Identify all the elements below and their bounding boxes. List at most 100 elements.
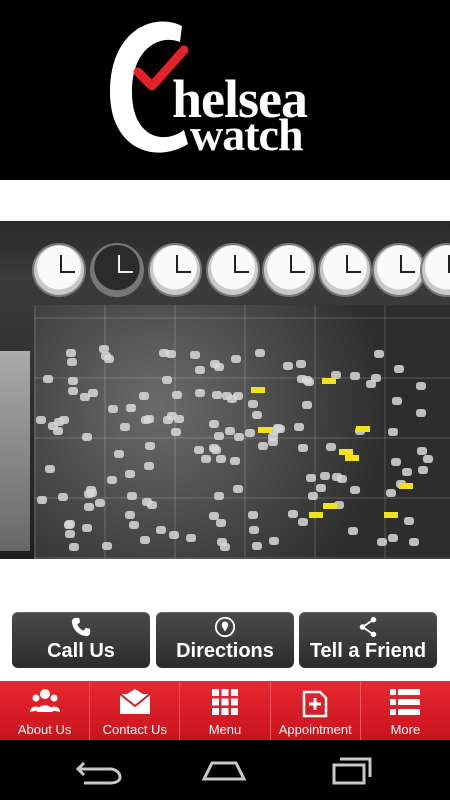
- watch-item: [255, 349, 265, 357]
- watch-item: [64, 521, 74, 529]
- grid-icon: [180, 688, 269, 718]
- watch-item: [366, 380, 376, 388]
- watch-item: [316, 484, 326, 492]
- watch-item: [169, 531, 179, 539]
- tab-menu-label: Menu: [208, 722, 242, 737]
- watch-item: [234, 433, 244, 441]
- price-tag: [356, 426, 370, 432]
- watch-item: [320, 472, 330, 480]
- watch-item: [190, 351, 200, 359]
- watch-item: [273, 424, 283, 432]
- watch-item: [332, 473, 342, 481]
- watch-item: [416, 382, 426, 390]
- watch-item: [212, 391, 222, 399]
- watch-item: [102, 542, 112, 550]
- watch-item: [65, 530, 75, 538]
- watch-item: [210, 360, 220, 368]
- watch-item: [43, 375, 53, 383]
- watch-item: [220, 543, 230, 551]
- location-pin-icon: [156, 616, 294, 638]
- watch-item: [107, 476, 117, 484]
- home-icon: [201, 761, 247, 781]
- watch-item: [209, 444, 219, 452]
- watch-item: [58, 493, 68, 501]
- watch-item: [394, 365, 404, 373]
- back-button[interactable]: [70, 755, 130, 785]
- watch-item: [298, 444, 308, 452]
- watch-item: [129, 521, 139, 529]
- watch-item: [249, 526, 259, 534]
- watch-item: [68, 377, 78, 385]
- call-us-button[interactable]: Call Us: [12, 612, 150, 668]
- watch-item: [304, 378, 314, 386]
- clock-icon: [318, 243, 372, 297]
- watch-item: [84, 503, 94, 511]
- watch-item: [114, 450, 124, 458]
- tell-a-friend-label: Tell a Friend: [309, 640, 427, 662]
- people-icon: [0, 688, 89, 718]
- watch-item: [308, 492, 318, 500]
- price-tag: [384, 512, 398, 518]
- watch-item: [139, 392, 149, 400]
- watch-item: [268, 438, 278, 446]
- price-tag: [251, 387, 265, 393]
- share-icon: [299, 616, 437, 638]
- tab-more-label: More: [390, 722, 421, 737]
- watch-item: [99, 345, 109, 353]
- recent-apps-button[interactable]: [320, 755, 380, 785]
- watch-item: [227, 395, 237, 403]
- watch-item: [144, 415, 154, 423]
- watch-item: [37, 496, 47, 504]
- clock-icon: [372, 243, 426, 297]
- tab-contact-us-label: Contact Us: [102, 722, 167, 737]
- watch-item: [423, 455, 433, 463]
- bottom-tab-bar: About Us Contact Us Menu Appointment Mor…: [0, 681, 450, 740]
- tab-appointment[interactable]: Appointment: [271, 681, 361, 740]
- watch-item: [186, 534, 196, 542]
- directions-label: Directions: [176, 640, 274, 662]
- watch-item: [418, 466, 428, 474]
- tab-appointment-label: Appointment: [278, 722, 352, 737]
- store-photo: [0, 221, 450, 559]
- watch-item: [231, 355, 241, 363]
- watch-item: [233, 485, 243, 493]
- watch-item: [101, 352, 111, 360]
- tell-a-friend-button[interactable]: Tell a Friend: [299, 612, 437, 668]
- watch-item: [69, 543, 79, 551]
- tab-about-us[interactable]: About Us: [0, 681, 91, 740]
- watch-item: [252, 411, 262, 419]
- watch-item: [48, 422, 58, 430]
- watch-item: [82, 433, 92, 441]
- watch-item: [386, 489, 396, 497]
- watch-item: [230, 457, 240, 465]
- watch-item: [350, 372, 360, 380]
- watch-item: [68, 387, 78, 395]
- clock-icon: [206, 243, 260, 297]
- price-tag: [322, 378, 336, 384]
- watch-item: [142, 498, 152, 506]
- watch-item: [216, 455, 226, 463]
- watch-item: [377, 538, 387, 546]
- watch-item: [144, 462, 154, 470]
- directions-button[interactable]: Directions: [156, 612, 294, 668]
- watch-item: [391, 458, 401, 466]
- watch-item: [195, 366, 205, 374]
- watch-item: [374, 350, 384, 358]
- watch-item: [348, 527, 358, 535]
- watch-item: [167, 412, 177, 420]
- watch-item: [166, 350, 176, 358]
- watch-item: [302, 401, 312, 409]
- tab-more[interactable]: More: [361, 681, 450, 740]
- envelope-icon: [90, 688, 179, 718]
- watch-item: [388, 428, 398, 436]
- tab-contact-us[interactable]: Contact Us: [90, 681, 181, 740]
- action-buttons: Call Us Directions Tell a Friend: [0, 612, 450, 668]
- watch-item: [172, 391, 182, 399]
- watch-item: [108, 405, 118, 413]
- watch-item: [36, 416, 46, 424]
- app-header: helsea watch: [0, 0, 450, 180]
- watch-display-cabinet: [34, 305, 450, 559]
- tab-menu[interactable]: Menu: [180, 681, 271, 740]
- home-button[interactable]: [194, 755, 254, 785]
- watch-item: [216, 519, 226, 527]
